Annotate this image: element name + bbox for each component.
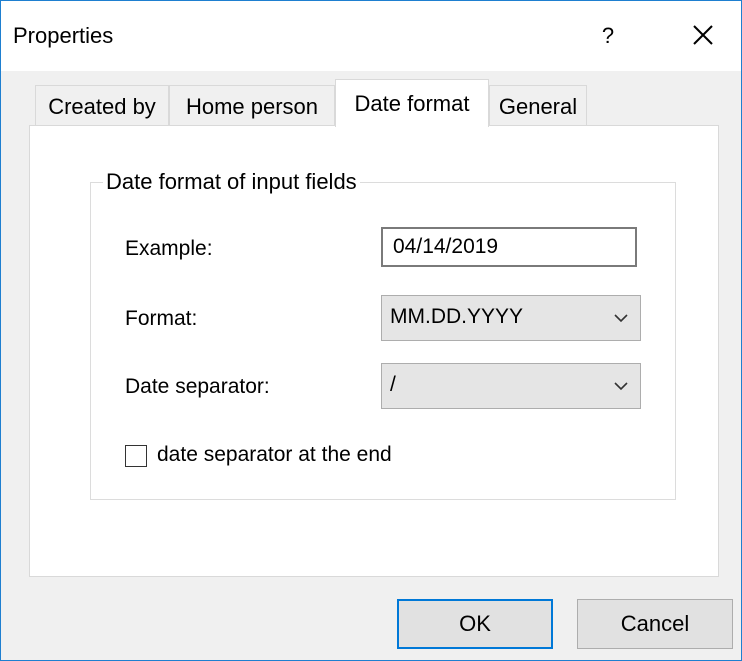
- chevron-down-icon: [614, 314, 628, 323]
- example-label: Example:: [125, 237, 213, 260]
- title-bar: Properties ?: [1, 1, 741, 71]
- separator-label: Date separator:: [125, 375, 270, 398]
- close-icon: [693, 25, 713, 45]
- separator-end-label[interactable]: date separator at the end: [157, 443, 392, 467]
- group-title: Date format of input fields: [103, 169, 360, 195]
- tab-home-person[interactable]: Home person: [169, 85, 335, 127]
- tab-general[interactable]: General: [489, 85, 587, 127]
- format-value: MM.DD.YYYY: [390, 305, 524, 328]
- date-format-panel: Date format of input fields Example: 04/…: [29, 125, 719, 577]
- dialog-title: Properties: [13, 23, 114, 48]
- tab-date-format[interactable]: Date format: [335, 79, 489, 127]
- format-label: Format:: [125, 307, 198, 330]
- separator-end-checkbox[interactable]: [125, 445, 147, 467]
- properties-dialog: Properties ? Created by Home person Date…: [0, 0, 742, 661]
- separator-value: /: [390, 373, 396, 396]
- example-field[interactable]: 04/14/2019: [381, 227, 637, 267]
- help-button[interactable]: ?: [593, 21, 623, 51]
- separator-select[interactable]: /: [381, 363, 641, 409]
- cancel-button[interactable]: Cancel: [577, 599, 733, 649]
- chevron-down-icon: [614, 382, 628, 391]
- ok-button[interactable]: OK: [397, 599, 553, 649]
- tab-created-by[interactable]: Created by: [35, 85, 169, 127]
- date-format-group: Date format of input fields Example: 04/…: [90, 169, 676, 500]
- format-select[interactable]: MM.DD.YYYY: [381, 295, 641, 341]
- close-button[interactable]: [685, 17, 721, 53]
